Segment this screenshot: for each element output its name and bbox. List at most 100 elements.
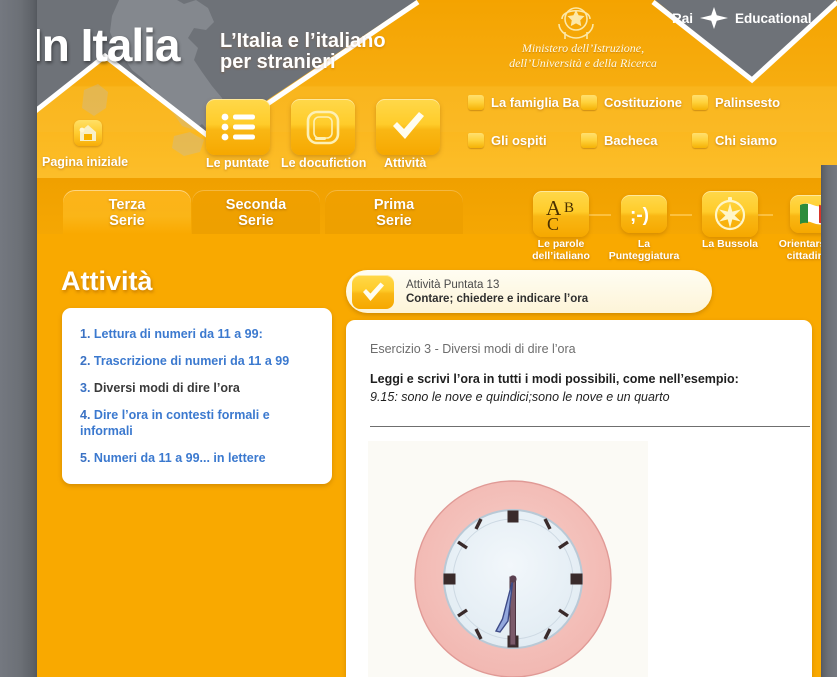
svg-text:C: C: [547, 214, 559, 234]
main-nav-label-0[interactable]: Pagina iniziale: [42, 155, 128, 169]
list-item[interactable]: 1. Lettura di numeri da 11 a 99:: [80, 326, 316, 342]
folder-icon: [692, 95, 708, 110]
folder-link-gli-ospiti[interactable]: Gli ospiti: [468, 133, 547, 148]
exercise-title: Esercizio 3 - Diversi modi di dire l’ora: [370, 342, 576, 356]
exercise-content-panel: Esercizio 3 - Diversi modi di dire l’ora…: [346, 320, 812, 677]
folder-link-label-5: Chi siamo: [715, 133, 778, 148]
main-nav-label-2[interactable]: Le docufiction: [281, 156, 366, 170]
list-item[interactable]: 2. Trascrizione di numeri da 11 a 99: [80, 353, 316, 369]
section-label-la-bussola-line1: La Bussola: [701, 238, 759, 250]
home-icon: [79, 125, 96, 141]
activity-list-panel: 1. Lettura di numeri da 11 a 99: 2. Tras…: [62, 308, 332, 484]
list-item-label[interactable]: Lettura di numeri da 11 a 99:: [94, 327, 263, 341]
list-item-number: 3.: [80, 381, 91, 395]
section-button-le-parole[interactable]: A B C: [533, 191, 589, 237]
tab-terza-serie-line1: Terza: [108, 197, 146, 213]
exercise-instruction: Leggi e scrivi l’ora in tutti i modi pos…: [370, 372, 739, 386]
rai-label: Rai: [672, 10, 694, 26]
site-logo-title[interactable]: In Italia: [30, 18, 180, 72]
section-button-la-punteggiatura[interactable]: ;-): [621, 195, 667, 233]
list-item-label: Diversi modi di dire l’ora: [93, 381, 240, 395]
window-right-frame: [821, 165, 837, 677]
checkmark-icon: [363, 282, 384, 301]
main-nav-label-1[interactable]: Le puntate: [206, 156, 269, 170]
folder-icon: [468, 133, 484, 148]
main-nav-attivita-button[interactable]: [376, 99, 440, 155]
tab-seconda-serie-line2: Serie: [238, 213, 274, 229]
section-label-la-punteggiatura[interactable]: La Punteggiatura: [593, 238, 695, 262]
activity-header-text: Attività Puntata 13 Contare; chiedere e …: [406, 278, 588, 306]
ministry-name-line2: dell’Università e della Ricerca: [509, 56, 657, 70]
folder-link-label-1: Costituzione: [604, 95, 682, 110]
folder-link-chi-siamo[interactable]: Chi siamo: [692, 133, 777, 148]
tv-icon: [306, 110, 340, 145]
tab-terza-serie[interactable]: Terza Serie: [63, 190, 191, 234]
folder-icon: [692, 133, 708, 148]
section-label-la-punteggiatura-line1: La: [637, 238, 651, 250]
list-item-label[interactable]: Trascrizione di numeri da 11 a 99: [94, 354, 289, 368]
site-logo-subtitle-line2: per stranieri: [220, 51, 336, 73]
section-label-la-punteggiatura-line2: Punteggiatura: [608, 250, 680, 262]
main-nav-le-puntate-button[interactable]: [206, 99, 270, 155]
activity-header-line2: Contare; chiedere e indicare l’ora: [406, 292, 589, 305]
compass-icon: [714, 197, 746, 231]
main-nav-home-icon-button[interactable]: [74, 120, 102, 146]
tab-prima-serie[interactable]: Prima Serie: [325, 190, 463, 234]
checkmark-icon: [393, 112, 424, 139]
folder-link-costituzione[interactable]: Costituzione: [581, 95, 682, 110]
italian-republic-emblem-icon: [558, 7, 594, 39]
tab-prima-serie-line1: Prima: [373, 197, 415, 213]
site-logo-subtitle: L’Italia e l’italiano per stranieri: [220, 31, 386, 73]
folder-icon: [581, 133, 597, 148]
folder-icon: [468, 95, 484, 110]
ministry-name-line1: Ministero dell’Istruzione,: [521, 41, 645, 55]
exercise-image-wrapper: [358, 441, 648, 677]
list-item-number: 4.: [80, 408, 91, 422]
exercise-example: 9.15: sono le nove e quindici;sono le no…: [370, 390, 670, 404]
winking-smiley-icon: ;-): [630, 205, 649, 226]
activity-header-bar: Attività Puntata 13 Contare; chiedere e …: [346, 270, 712, 313]
svg-text:B: B: [564, 200, 574, 216]
tab-terza-serie-line2: Serie: [109, 213, 145, 229]
svg-text:;-): ;-): [630, 205, 649, 226]
window-left-frame: [0, 0, 37, 677]
list-item-number: 2.: [80, 354, 91, 368]
page-title: Attività: [61, 266, 153, 296]
site-logo-subtitle-line1: L’Italia e l’italiano: [220, 30, 386, 52]
folder-link-label-4: Bacheca: [604, 133, 658, 148]
folder-link-label-0: La famiglia Ba: [491, 95, 580, 110]
section-button-la-bussola[interactable]: [702, 191, 758, 237]
list-item-number: 1.: [80, 327, 91, 341]
list-item-label[interactable]: Dire l’ora in contesti formali e informa…: [80, 408, 270, 438]
folder-link-bacheca[interactable]: Bacheca: [581, 133, 657, 148]
folder-link-label-2: Palinsesto: [715, 95, 781, 110]
site-header: In Italia L’Italia e l’italiano per stra…: [0, 0, 837, 178]
divider: [370, 426, 810, 427]
folder-icon: [581, 95, 597, 110]
hand-drawn-clock-illustration: [414, 480, 612, 677]
list-item-current[interactable]: 3. Diversi modi di dire l’ora: [80, 380, 316, 396]
list-item-label[interactable]: Numeri da 11 a 99... in lettere: [94, 451, 266, 465]
tab-prima-serie-line2: Serie: [376, 213, 412, 229]
tab-seconda-serie-line1: Seconda: [225, 197, 287, 213]
rai-star-icon: [700, 7, 729, 29]
section-connector-2: [670, 214, 692, 216]
ministry-name: Ministero dell’Istruzione, dell’Universi…: [480, 41, 686, 71]
abc-icon: A B C: [546, 196, 574, 234]
main-nav-label-3[interactable]: Attività: [384, 156, 426, 170]
tab-seconda-serie[interactable]: Seconda Serie: [192, 190, 320, 234]
folder-link-la-famiglia-ba[interactable]: La famiglia Ba: [468, 95, 579, 110]
list-item[interactable]: 4. Dire l’ora in contesti formali e info…: [80, 407, 316, 439]
folder-link-label-3: Gli ospiti: [491, 133, 547, 148]
list-item[interactable]: 5. Numeri da 11 a 99... in lettere: [80, 450, 316, 466]
folder-link-palinsesto[interactable]: Palinsesto: [692, 95, 780, 110]
activity-header-icon-button[interactable]: [352, 274, 394, 309]
rai-educational-logo[interactable]: Rai Educational: [672, 7, 812, 29]
page-root: In Italia L’Italia e l’italiano per stra…: [0, 0, 837, 677]
main-nav-le-docufiction-button[interactable]: [291, 99, 355, 155]
section-connector-1: [589, 214, 611, 216]
list-icon: [221, 113, 255, 141]
educational-label: Educational: [735, 10, 812, 26]
section-label-la-bussola[interactable]: La Bussola: [687, 238, 773, 250]
list-item-number: 5.: [80, 451, 91, 465]
